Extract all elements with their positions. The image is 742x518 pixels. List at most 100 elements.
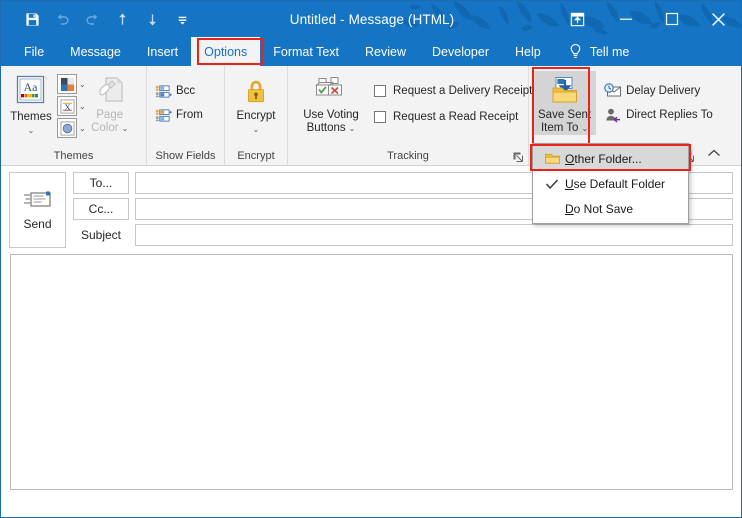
encrypt-chevron-down-icon[interactable]: ⌄: [253, 123, 260, 136]
send-button-label: Send: [23, 217, 52, 231]
ribbon-group-show-fields: Bcc From Show Fields: [147, 66, 225, 165]
ribbon-group-encrypt: Encrypt ⌄ Encrypt: [225, 66, 288, 165]
save-sent-item-chevron-down-icon[interactable]: ⌄: [581, 122, 588, 135]
tab-message[interactable]: Message: [57, 37, 134, 66]
tab-format-text[interactable]: Format Text: [260, 37, 352, 66]
request-read-receipt-checkbox[interactable]: [374, 111, 386, 123]
subject-input[interactable]: [135, 224, 733, 246]
request-delivery-receipt-label: Request a Delivery Receipt: [393, 85, 533, 97]
outlook-message-window: Untitled - Message (HTML) File Message I…: [0, 0, 742, 518]
ribbon-display-options-icon[interactable]: [557, 1, 597, 37]
save-sent-item-to-menu: Other Folder... Use Default Folder Do No…: [532, 143, 689, 224]
minimize-button[interactable]: [603, 1, 649, 37]
themes-button-label: Themes: [10, 111, 52, 123]
menu-item-do-not-save-label: Do Not Save: [565, 201, 634, 216]
tab-review[interactable]: Review: [352, 37, 419, 66]
use-voting-label-line1: Use Voting: [303, 109, 359, 121]
page-color-label-line2: Color: [91, 122, 119, 134]
themes-icon: Aa: [14, 74, 48, 108]
theme-effects-icon: [57, 118, 77, 138]
tab-insert[interactable]: Insert: [134, 37, 191, 66]
use-voting-chevron-down-icon[interactable]: ⌄: [349, 122, 356, 135]
save-icon[interactable]: [17, 4, 47, 34]
svg-text:Aa: Aa: [24, 80, 39, 94]
message-body-input[interactable]: [10, 254, 733, 490]
theme-fonts-icon: X: [57, 96, 77, 116]
request-delivery-receipt-row[interactable]: Request a Delivery Receipt: [370, 78, 536, 104]
theme-colors-button[interactable]: ⌄: [57, 74, 86, 94]
request-read-receipt-row[interactable]: Request a Read Receipt: [370, 104, 536, 130]
ribbon-group-themes: Aa Themes ⌄ ⌄ X ⌄ ⌄ Page Color ⌄ Themes: [1, 66, 147, 165]
send-button[interactable]: Send: [9, 172, 66, 248]
save-sent-item-to-button[interactable]: Save Sent Item To ⌄: [533, 71, 597, 135]
maximize-button[interactable]: [649, 1, 695, 37]
cc-button[interactable]: Cc...: [73, 198, 129, 220]
collapse-ribbon-icon[interactable]: [707, 148, 721, 162]
encrypt-button-label: Encrypt: [236, 110, 276, 122]
theme-mini-buttons: ⌄ X ⌄ ⌄: [57, 71, 86, 138]
page-color-icon: [94, 74, 126, 106]
ribbon-group-label-show-fields: Show Fields: [155, 150, 216, 162]
save-sent-item-label-line2: Item To: [540, 122, 579, 134]
voting-buttons-icon: [313, 76, 349, 106]
tell-me-search[interactable]: Tell me: [554, 37, 642, 66]
from-button[interactable]: From: [151, 103, 207, 127]
check-icon: [539, 178, 565, 190]
direct-replies-to-icon: [604, 107, 622, 123]
save-sent-item-label-line1: Save Sent: [538, 109, 592, 121]
menu-item-use-default-folder[interactable]: Use Default Folder: [533, 171, 688, 196]
tracking-dialog-launcher-icon[interactable]: [512, 151, 524, 163]
bcc-button[interactable]: Bcc: [151, 79, 207, 103]
themes-chevron-down-icon[interactable]: ⌄: [28, 124, 35, 137]
theme-effects-button[interactable]: ⌄: [57, 118, 86, 138]
to-button[interactable]: To...: [73, 172, 129, 194]
page-color-label-line1: Page: [96, 109, 124, 121]
subject-label: Subject: [80, 228, 122, 242]
menu-item-other-folder[interactable]: Other Folder...: [533, 146, 688, 171]
lock-icon: [242, 77, 270, 107]
tab-options[interactable]: Options: [191, 37, 261, 66]
menu-item-do-not-save[interactable]: Do Not Save: [533, 196, 688, 221]
folder-icon: [539, 151, 565, 166]
theme-colors-icon: [57, 74, 77, 94]
from-label: From: [176, 109, 203, 121]
bcc-label: Bcc: [176, 85, 196, 97]
tab-developer[interactable]: Developer: [419, 37, 502, 66]
request-delivery-receipt-checkbox[interactable]: [374, 85, 386, 97]
use-voting-buttons-button[interactable]: Use Voting Buttons ⌄: [292, 71, 370, 135]
menu-item-other-folder-label: Other Folder...: [565, 151, 642, 166]
tell-me-label: Tell me: [589, 44, 630, 59]
themes-button[interactable]: Aa Themes ⌄: [5, 71, 57, 137]
ribbon-group-label-themes: Themes: [53, 150, 94, 162]
theme-fonts-chevron-down-icon[interactable]: ⌄: [79, 102, 86, 111]
direct-replies-to-button[interactable]: Direct Replies To: [600, 103, 717, 127]
customize-quick-access-toolbar-icon[interactable]: [167, 4, 197, 34]
ribbon-group-label-tracking: Tracking: [288, 147, 528, 165]
previous-item-icon[interactable]: [107, 4, 137, 34]
undo-icon[interactable]: [47, 4, 77, 34]
quick-access-toolbar: [17, 1, 197, 37]
save-sent-item-icon: [548, 76, 582, 106]
menu-item-use-default-folder-label: Use Default Folder: [565, 176, 666, 191]
ribbon-group-tracking: Use Voting Buttons ⌄ Request a Delivery …: [288, 66, 532, 165]
page-color-button[interactable]: Page Color ⌄: [86, 71, 134, 135]
next-item-icon[interactable]: [137, 4, 167, 34]
encrypt-button[interactable]: Encrypt ⌄: [229, 71, 283, 136]
theme-fonts-button[interactable]: X ⌄: [57, 96, 86, 116]
title-bar: Untitled - Message (HTML): [1, 1, 741, 37]
delay-delivery-button[interactable]: Delay Delivery: [600, 79, 717, 103]
bcc-icon: [155, 84, 172, 99]
page-color-chevron-down-icon[interactable]: ⌄: [122, 122, 129, 135]
tab-file[interactable]: File: [11, 37, 57, 66]
window-controls: [557, 1, 741, 37]
direct-replies-to-label: Direct Replies To: [626, 109, 713, 121]
theme-effects-chevron-down-icon[interactable]: ⌄: [79, 124, 86, 133]
close-button[interactable]: [695, 1, 741, 37]
theme-colors-chevron-down-icon[interactable]: ⌄: [79, 80, 86, 89]
tab-help[interactable]: Help: [502, 37, 554, 66]
send-icon: [23, 189, 53, 211]
from-icon: [155, 108, 172, 123]
delay-delivery-icon: [604, 83, 622, 99]
redo-icon[interactable]: [77, 4, 107, 34]
ribbon-tab-bar: File Message Insert Options Format Text …: [1, 37, 741, 66]
